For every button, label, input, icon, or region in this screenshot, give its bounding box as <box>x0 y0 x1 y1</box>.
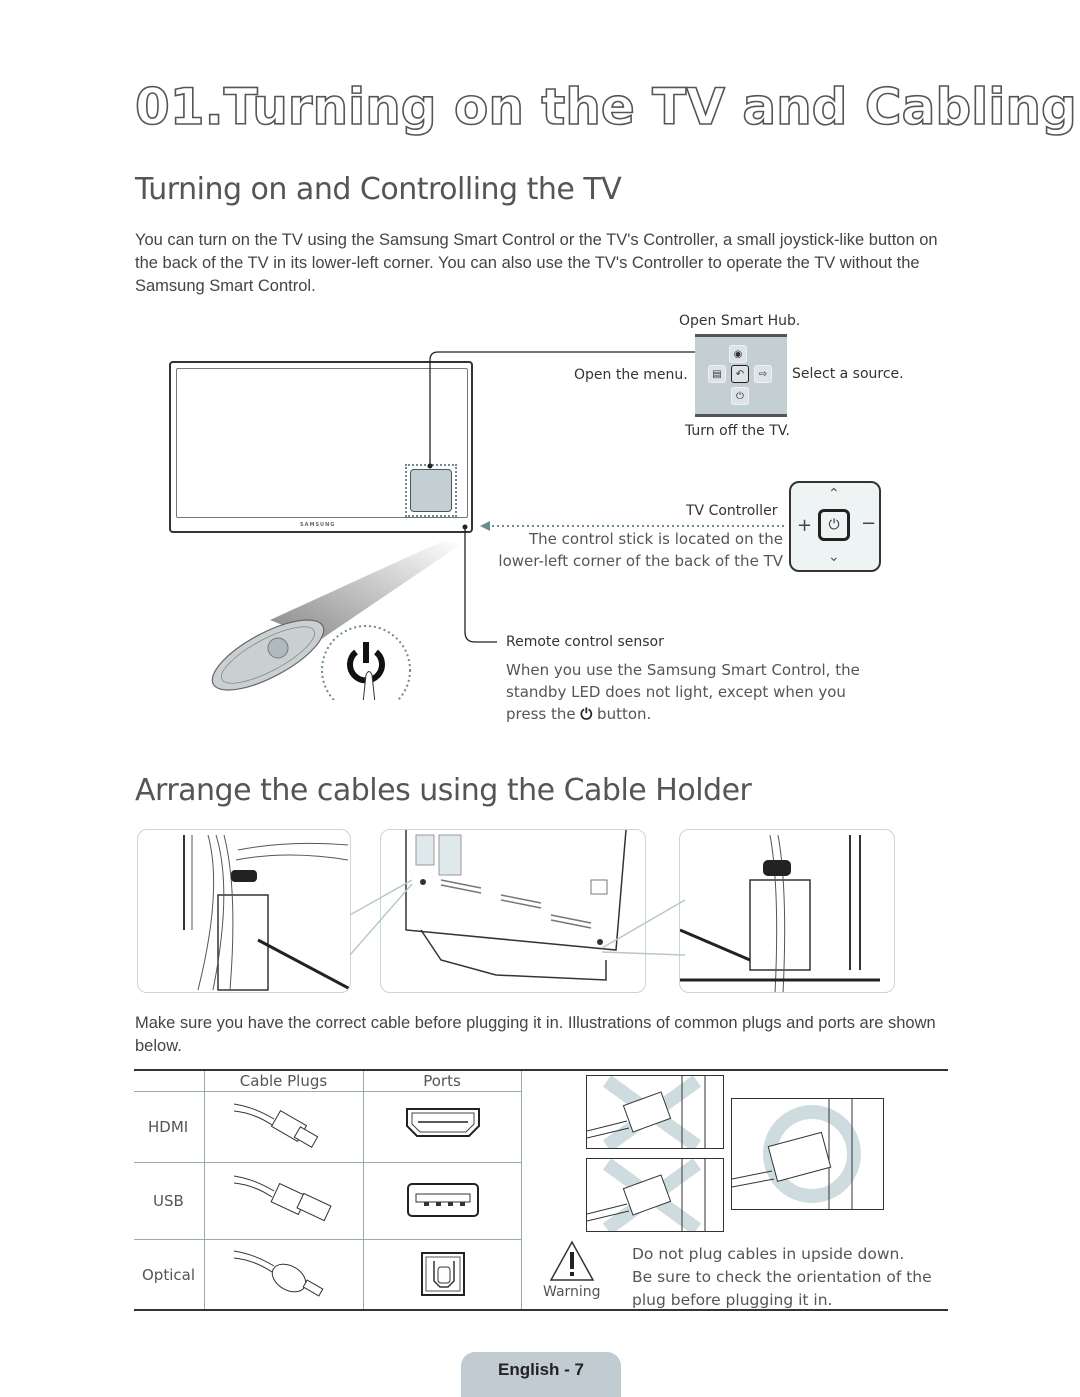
remote-sensor-label: Remote control sensor <box>506 634 664 650</box>
power-icon: ⏻ <box>828 517 840 533</box>
page-number-tab: English - 7 <box>461 1352 621 1397</box>
tv-controller-description: The control stick is located on the lowe… <box>490 528 783 572</box>
sensor-dot <box>462 524 468 530</box>
tv-controller-power-button[interactable]: ⏻ <box>818 509 850 541</box>
callout-select-source: Select a source. <box>792 366 904 382</box>
callout-open-menu: Open the menu. <box>574 367 688 383</box>
tv-controller-label: TV Controller <box>686 503 778 519</box>
warning-text: Do not plug cables in upside down. Be su… <box>632 1243 942 1312</box>
usb-port-icon <box>407 1183 479 1217</box>
smart-hub-button[interactable]: ◉ <box>729 345 747 363</box>
cable-holder-closeup-right <box>679 829 895 993</box>
cable-holder-right-illustration <box>680 834 880 992</box>
desc-line: press the ⏻ button. <box>506 705 652 723</box>
warning-line: plug before plugging it in. <box>632 1291 833 1309</box>
desc-line: When you use the Samsung Smart Control, … <box>506 661 860 679</box>
section-heading-cable-holder: Arrange the cables using the Cable Holde… <box>135 773 752 808</box>
desc-line: The control stick is located on the <box>529 530 783 548</box>
wrong-orientation-2 <box>586 1158 724 1235</box>
desc-line: lower-left corner of the back of the TV <box>498 552 783 570</box>
zoom-indicator-lines <box>349 879 686 956</box>
source-icon: ⇨ <box>758 368 768 380</box>
remote-sensor-description: When you use the Samsung Smart Control, … <box>506 659 886 725</box>
header-ports: Ports <box>423 1072 461 1090</box>
callout-turn-off-tv: Turn off the TV. <box>685 423 790 439</box>
remote-touchpad <box>267 637 289 659</box>
hdmi-plug-icon <box>234 1103 319 1148</box>
smart-hub-icon: ◉ <box>733 348 743 360</box>
smart-control-remote <box>211 619 325 691</box>
cable-holder-closeup-left <box>137 829 351 993</box>
menu-button[interactable]: ▤ <box>708 365 726 383</box>
plus-icon: + <box>797 515 813 536</box>
callout-lines <box>211 351 787 700</box>
power-icon: ⏻ <box>736 390 744 402</box>
header-cable-plugs: Cable Plugs <box>239 1072 328 1090</box>
arrow-left-icon <box>480 521 490 531</box>
warning-label: Warning <box>543 1284 601 1300</box>
warning-icon <box>549 1240 595 1281</box>
warning-line: Be sure to check the orientation of the <box>632 1268 932 1286</box>
row-label-optical: Optical <box>142 1266 195 1284</box>
chevron-up-icon: ⌃ <box>828 486 840 502</box>
power-icon: ⏻ <box>580 705 593 723</box>
section2-intro: Make sure you have the correct cable bef… <box>135 1012 950 1058</box>
controller-button-panel: ◉ ▤ ↶ ⇨ ⏻ <box>695 334 787 417</box>
row-label-usb: USB <box>153 1192 184 1210</box>
intro-line: below. <box>135 1037 182 1055</box>
minus-icon: − <box>861 513 877 534</box>
intro-line: Make sure you have the correct cable bef… <box>135 1014 936 1032</box>
cable-table: Cable Plugs Ports HDMI USB Optical <box>134 1071 522 1309</box>
leader-dot <box>427 463 433 469</box>
optical-port-icon <box>421 1252 465 1296</box>
wrong-orientation-1 <box>586 1075 724 1152</box>
desc-line: standby LED does not light, except when … <box>506 683 846 701</box>
source-button[interactable]: ⇨ <box>754 365 772 383</box>
tv-controller-stick: ⌃ ⌄ + − ⏻ <box>789 481 881 572</box>
cable-holder-left-illustration <box>183 834 350 991</box>
warning-line: Do not plug cables in upside down. <box>632 1245 905 1263</box>
usb-plug-icon <box>234 1175 332 1222</box>
power-button[interactable]: ⏻ <box>731 387 749 405</box>
menu-icon: ▤ <box>712 368 722 380</box>
chevron-down-icon: ⌄ <box>828 549 840 565</box>
optical-plug-icon <box>234 1250 324 1297</box>
callout-open-smart-hub: Open Smart Hub. <box>679 313 801 329</box>
row-label-hdmi: HDMI <box>148 1118 189 1136</box>
correct-orientation <box>731 1098 884 1210</box>
return-icon: ↶ <box>735 368 745 380</box>
hdmi-port-icon <box>406 1108 480 1137</box>
return-button[interactable]: ↶ <box>731 365 749 383</box>
